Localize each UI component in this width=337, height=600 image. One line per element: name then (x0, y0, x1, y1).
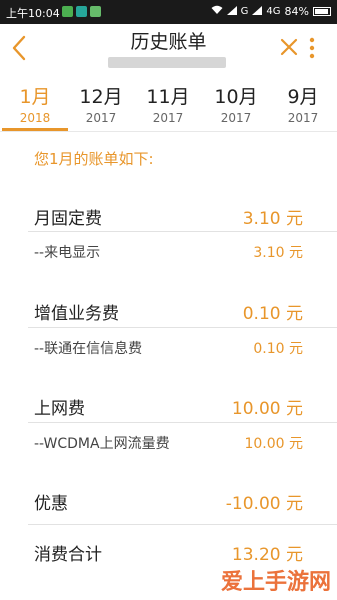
bill-item-value: 10.00 元 (231, 399, 303, 419)
tab-month-11[interactable]: 11月 2017 (134, 84, 202, 126)
bill-item-label: 月固定费 (34, 209, 102, 229)
tab-year-label: 2018 (19, 111, 51, 125)
notification-icons (62, 6, 101, 17)
bill-item-label: 消费合计 (34, 545, 102, 565)
bill-subitem-value: 3.10 元 (253, 245, 303, 261)
bill-item-value: 13.20 元 (231, 545, 303, 565)
tab-month-12[interactable]: 12月 2017 (67, 84, 135, 126)
bill-item-value: 0.10 元 (242, 304, 303, 324)
divider (28, 524, 337, 525)
network-type: 4G (266, 6, 281, 17)
more-button[interactable] (308, 36, 328, 62)
close-button[interactable] (278, 36, 302, 62)
tab-month-label: 1月 (19, 86, 51, 108)
site-watermark: 爱上手游网 (220, 570, 331, 595)
status-time: 上午10:04 (6, 7, 60, 20)
bill-item-label: 上网费 (34, 399, 85, 419)
battery-icon (313, 7, 331, 16)
signal-icon (226, 5, 237, 18)
divider (28, 231, 337, 232)
bill-item-value: 3.10 元 (242, 209, 303, 229)
close-icon (280, 38, 298, 56)
signal-icon (252, 5, 263, 18)
bill-item-label: 增值业务费 (34, 304, 119, 324)
active-tab-indicator (2, 128, 68, 131)
bill-intro: 您1月的账单如下: (34, 150, 154, 168)
notification-app-icon (62, 6, 73, 17)
tab-year-label: 2017 (287, 111, 319, 125)
tab-month-10[interactable]: 10月 2017 (202, 84, 270, 126)
tab-year-label: 2017 (85, 111, 117, 125)
title-bar: 历史账单 (0, 24, 337, 76)
more-vertical-icon (309, 37, 315, 59)
account-number-redacted (108, 57, 226, 68)
tab-month-1[interactable]: 1月 2018 (1, 84, 69, 126)
bill-subitem-value: 10.00 元 (244, 436, 303, 452)
tab-year-label: 2017 (220, 111, 252, 125)
tab-month-label: 9月 (287, 86, 319, 108)
divider (28, 422, 337, 423)
bill-item-label: 优惠 (34, 494, 68, 514)
tab-month-label: 11月 (146, 86, 190, 108)
notification-app-icon (76, 6, 87, 17)
tab-month-9[interactable]: 9月 2017 (269, 84, 337, 126)
bill-subitem-label: --来电显示 (34, 245, 101, 261)
tab-month-label: 10月 (214, 86, 258, 108)
wifi-icon (211, 5, 223, 18)
network-type: G (240, 6, 249, 17)
battery-percent: 84% (284, 5, 309, 18)
status-indicators: G 4G 84% (211, 5, 331, 18)
notification-app-icon (90, 6, 101, 17)
bill-subitem-label: --联通在信信息费 (34, 341, 143, 357)
status-bar: 上午10:04 G 4G 84% (0, 0, 337, 24)
tab-year-label: 2017 (152, 111, 184, 125)
bill-subitem-value: 0.10 元 (253, 341, 303, 357)
bill-subitem-label: --WCDMA上网流量费 (34, 436, 170, 452)
divider (28, 327, 337, 328)
bill-item-value: -10.00 元 (225, 494, 303, 514)
month-tabs: 1月 2018 12月 2017 11月 2017 10月 2017 9月 20… (0, 80, 337, 132)
tab-month-label: 12月 (79, 86, 123, 108)
